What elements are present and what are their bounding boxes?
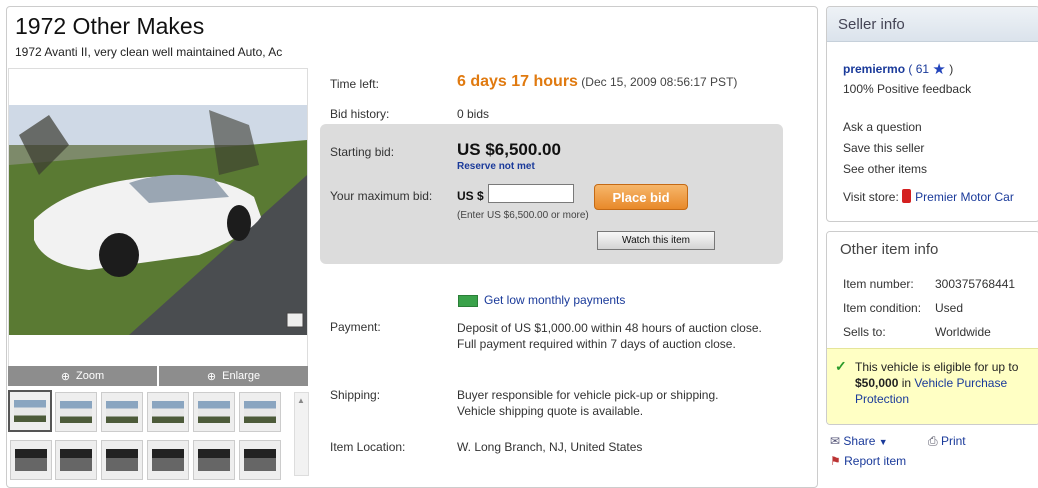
printer-icon: ⎙ [928, 434, 938, 448]
thumbnail[interactable] [239, 440, 281, 480]
flag-icon: ⚑ [830, 454, 841, 468]
starting-bid-value: US $6,500.00 [457, 140, 561, 159]
time-left-value: 6 days 17 hours [457, 73, 578, 90]
report-label: Report item [844, 454, 907, 468]
share-label: Share [843, 434, 876, 448]
thumbnail[interactable] [239, 392, 281, 432]
bid-history-label: Bid history: [330, 107, 390, 121]
report-item-button[interactable]: ⚑ Report item [830, 454, 906, 468]
sells-to-label: Sells to: [843, 325, 886, 339]
ask-question-link[interactable]: Ask a question [843, 120, 922, 134]
condition-label: Item condition: [843, 301, 922, 315]
thumbnail[interactable] [147, 392, 189, 432]
thumbnail[interactable] [147, 440, 189, 480]
car-photo[interactable] [9, 105, 307, 335]
thumbnail[interactable] [55, 440, 97, 480]
monthly-payments-link[interactable]: Get low monthly payments [484, 293, 625, 307]
location-label: Item Location: [330, 440, 406, 454]
dropdown-arrow-icon: ▼ [878, 437, 888, 447]
shipping-label: Shipping: [330, 388, 381, 402]
thumbnail[interactable] [193, 392, 235, 432]
thumbnail[interactable] [101, 440, 143, 480]
feedback-score-link[interactable]: ( 61 [908, 62, 929, 76]
thumbnail[interactable] [55, 392, 97, 432]
store-link[interactable]: Premier Motor Car [915, 190, 1014, 204]
share-button[interactable]: ✉ Share ▼ [830, 434, 888, 448]
main-photo-frame [8, 68, 308, 370]
crosshair-icon: ⊕ [60, 370, 71, 383]
other-item-info-header: Other item info [827, 232, 1038, 266]
zoom-button[interactable]: ⊕ Zoom [8, 366, 159, 386]
print-button[interactable]: ⎙ Print [928, 434, 966, 449]
place-bid-button[interactable]: Place bid [594, 184, 688, 210]
max-bid-label: Your maximum bid: [330, 189, 433, 203]
thumbnail[interactable] [101, 392, 143, 432]
zoom-label: Zoom [76, 370, 105, 382]
eligibility-amount: $50,000 [855, 376, 899, 390]
purchase-protection-notice: ✓ This vehicle is eligible for up to $50… [827, 348, 1038, 424]
thumbnail-strip [8, 390, 294, 480]
positive-feedback: 100% Positive feedback [843, 82, 972, 96]
item-actions: ✉ Share ▼ ⎙ Print ⚑ Report item [830, 434, 1038, 474]
payment-value: Deposit of US $1,000.00 within 48 hours … [457, 321, 762, 351]
store-icon [902, 189, 912, 203]
other-item-info-panel: Other item info Item number: 30037576844… [826, 231, 1038, 425]
page-title: 1972 Other Makes [15, 13, 205, 39]
starting-bid-label: Starting bid: [330, 145, 395, 159]
print-label: Print [940, 434, 966, 448]
visit-store-line: Visit store: Premier Motor Car [843, 189, 1014, 204]
feedback-close: ) [949, 62, 954, 76]
thumbnail[interactable] [193, 440, 235, 480]
reserve-status-link[interactable]: Reserve not met [457, 161, 535, 172]
envelope-icon: ✉ [830, 434, 841, 448]
watch-item-button[interactable]: Watch this item [597, 231, 715, 250]
photo-toolbar: ⊕ Zoom ⊕ Enlarge [8, 366, 308, 386]
seller-feedback-line: premiermo ( 61 ★ ) [843, 60, 953, 78]
max-bid-input[interactable] [488, 184, 574, 203]
checkmark-icon: ✓ [835, 358, 847, 374]
time-left-label: Time left: [330, 77, 379, 91]
save-seller-link[interactable]: Save this seller [843, 141, 924, 155]
shipping-quote-link[interactable]: Vehicle shipping quote is available. [457, 404, 643, 418]
star-icon: ★ [932, 61, 946, 78]
location-value: W. Long Branch, NJ, United States [457, 440, 643, 454]
currency-prefix: US $ [457, 189, 484, 203]
seller-info-panel: Seller info premiermo ( 61 ★ ) 100% Posi… [826, 6, 1038, 222]
auction-end-date: (Dec 15, 2009 08:56:17 PST) [581, 75, 738, 89]
listing-subtitle: 1972 Avanti II, very clean well maintain… [15, 45, 283, 59]
bid-history-link[interactable]: 0 bids [457, 107, 489, 121]
bid-hint: (Enter US $6,500.00 or more) [457, 210, 589, 221]
enlarge-button[interactable]: ⊕ Enlarge [159, 366, 308, 386]
enlarge-label: Enlarge [222, 370, 261, 382]
sells-to-value: Worldwide [935, 325, 991, 339]
thumbnail-scrollbar[interactable]: ▲ [294, 392, 309, 476]
eligibility-text-2: in [901, 376, 912, 390]
condition-value: Used [935, 301, 964, 315]
magnifier-icon: ⊕ [206, 370, 217, 383]
visit-store-label: Visit store: [843, 190, 899, 204]
item-number-value: 300375768441 [935, 277, 1016, 291]
shipping-value: Buyer responsible for vehicle pick-up or… [457, 388, 719, 402]
eligibility-text-1: This vehicle is eligible for up to [855, 360, 1019, 374]
seller-info-header: Seller info [827, 7, 1038, 42]
seller-name-link[interactable]: premiermo [843, 62, 905, 76]
eligibility-text: This vehicle is eligible for up to $50,0… [855, 359, 1037, 407]
time-left: 6 days 17 hours (Dec 15, 2009 08:56:17 P… [457, 73, 737, 91]
thumbnail[interactable] [10, 440, 52, 480]
thumbnail[interactable] [8, 390, 52, 432]
money-icon [458, 295, 478, 307]
see-other-items-link[interactable]: See other items [843, 162, 927, 176]
payment-label: Payment: [330, 320, 381, 334]
item-number-label: Item number: [843, 277, 914, 291]
scroll-up-icon[interactable]: ▲ [297, 396, 305, 405]
bid-box: Starting bid: US $6,500.00 Reserve not m… [320, 124, 783, 264]
